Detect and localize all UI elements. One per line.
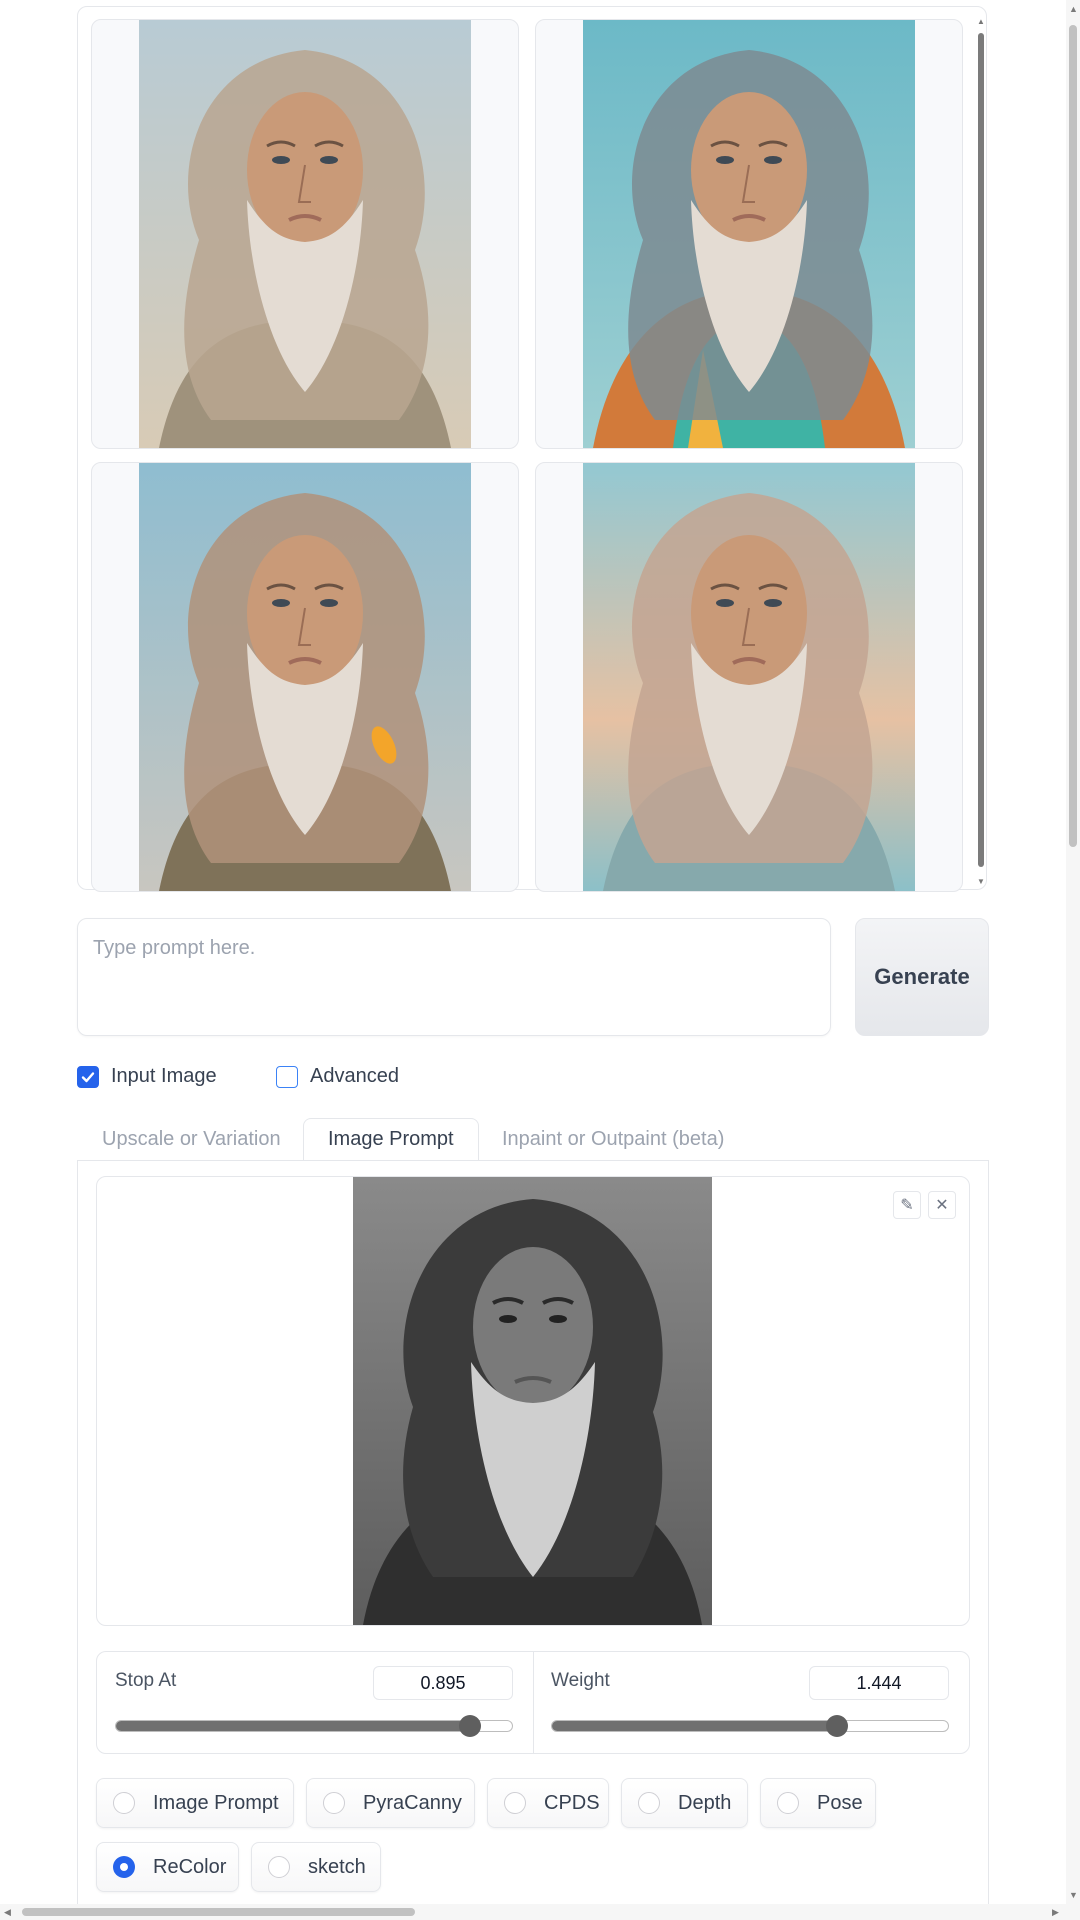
checkbox-empty-icon[interactable] [276, 1065, 298, 1088]
gallery-scroll-thumb[interactable] [978, 33, 984, 867]
radio-pyracanny[interactable]: PyraCanny [306, 1778, 475, 1828]
radio-label: Depth [678, 1791, 732, 1814]
radio-label: sketch [308, 1855, 366, 1878]
weight-slider-fill [552, 1721, 838, 1731]
page-horizontal-scroll-thumb[interactable] [22, 1908, 415, 1916]
pencil-icon[interactable]: ✎ [893, 1191, 921, 1219]
weight-slider-handle[interactable] [826, 1715, 849, 1737]
tab-inpaint-or-outpaint[interactable]: Inpaint or Outpaint (beta) [502, 1118, 724, 1160]
advanced-checkbox[interactable]: Advanced [276, 1065, 399, 1088]
scroll-up-arrow-icon[interactable]: ▲ [976, 17, 986, 27]
gallery-thumbnail[interactable] [535, 462, 963, 892]
advanced-label: Advanced [310, 1065, 399, 1087]
generated-image [583, 20, 915, 448]
scrollbar-corner [1066, 1904, 1080, 1920]
input-image-checkbox[interactable]: Input Image [77, 1065, 217, 1088]
radio-circle-icon [268, 1856, 290, 1878]
input-image-area[interactable]: ✎ ✕ [96, 1176, 970, 1626]
input-image [353, 1177, 712, 1625]
radio-image-prompt[interactable]: Image Prompt [96, 1778, 294, 1828]
generated-image [139, 20, 471, 448]
tab-upscale-or-variation[interactable]: Upscale or Variation [102, 1118, 281, 1160]
radio-circle-icon [113, 1792, 135, 1814]
radio-sketch[interactable]: sketch [251, 1842, 381, 1892]
prompt-placeholder: Type prompt here. [93, 937, 256, 959]
prompt-input[interactable]: Type prompt here. [77, 918, 831, 1036]
tab-image-prompt[interactable]: Image Prompt [303, 1118, 479, 1161]
scroll-down-arrow-icon[interactable]: ▼ [1069, 1890, 1078, 1900]
page-scroll-thumb[interactable] [1069, 25, 1077, 847]
radio-circle-icon [777, 1792, 799, 1814]
radio-selected-icon [113, 1856, 135, 1878]
page-vertical-scrollbar[interactable]: ▲ ▼ [1066, 0, 1080, 1904]
radio-depth[interactable]: Depth [621, 1778, 748, 1828]
generated-image [583, 463, 915, 891]
gallery-thumbnail[interactable] [535, 19, 963, 449]
close-icon[interactable]: ✕ [928, 1191, 956, 1219]
gallery-thumbnail[interactable] [91, 19, 519, 449]
slider-divider [533, 1652, 534, 1753]
stop-at-slider[interactable] [115, 1715, 513, 1737]
radio-label: Pose [817, 1791, 863, 1814]
radio-label: CPDS [544, 1791, 600, 1814]
radio-label: ReColor [153, 1855, 227, 1878]
output-gallery: ▲ ▼ [77, 6, 987, 892]
radio-recolor[interactable]: ReColor [96, 1842, 239, 1892]
input-image-label: Input Image [111, 1065, 217, 1087]
radio-circle-icon [504, 1792, 526, 1814]
slider-group: Stop At 0.895 Weight 1.444 [96, 1651, 970, 1754]
gallery-scrollbar[interactable]: ▲ ▼ [976, 17, 986, 887]
weight-label: Weight [551, 1670, 610, 1691]
radio-label: Image Prompt [153, 1791, 279, 1814]
scroll-up-arrow-icon[interactable]: ▲ [1069, 4, 1078, 14]
radio-pose[interactable]: Pose [760, 1778, 876, 1828]
scroll-right-arrow-icon[interactable]: ▶ [1052, 1907, 1059, 1918]
page-horizontal-scrollbar[interactable]: ◀ ▶ [0, 1904, 1066, 1920]
radio-circle-icon [638, 1792, 660, 1814]
radio-cpds[interactable]: CPDS [487, 1778, 609, 1828]
generate-button[interactable]: Generate [855, 918, 989, 1036]
radio-label: PyraCanny [363, 1791, 462, 1814]
check-icon[interactable] [77, 1065, 99, 1088]
weight-slider[interactable] [551, 1715, 949, 1737]
stop-at-label: Stop At [115, 1670, 177, 1691]
gallery-thumbnail[interactable] [91, 462, 519, 892]
radio-circle-icon [323, 1792, 345, 1814]
weight-number-input[interactable]: 1.444 [809, 1666, 949, 1700]
scroll-down-arrow-icon[interactable]: ▼ [976, 877, 986, 887]
stop-at-slider-handle[interactable] [459, 1715, 482, 1737]
stop-at-number-input[interactable]: 0.895 [373, 1666, 513, 1700]
generated-image [139, 463, 471, 891]
scroll-left-arrow-icon[interactable]: ◀ [4, 1907, 11, 1918]
stop-at-slider-fill [116, 1721, 471, 1731]
